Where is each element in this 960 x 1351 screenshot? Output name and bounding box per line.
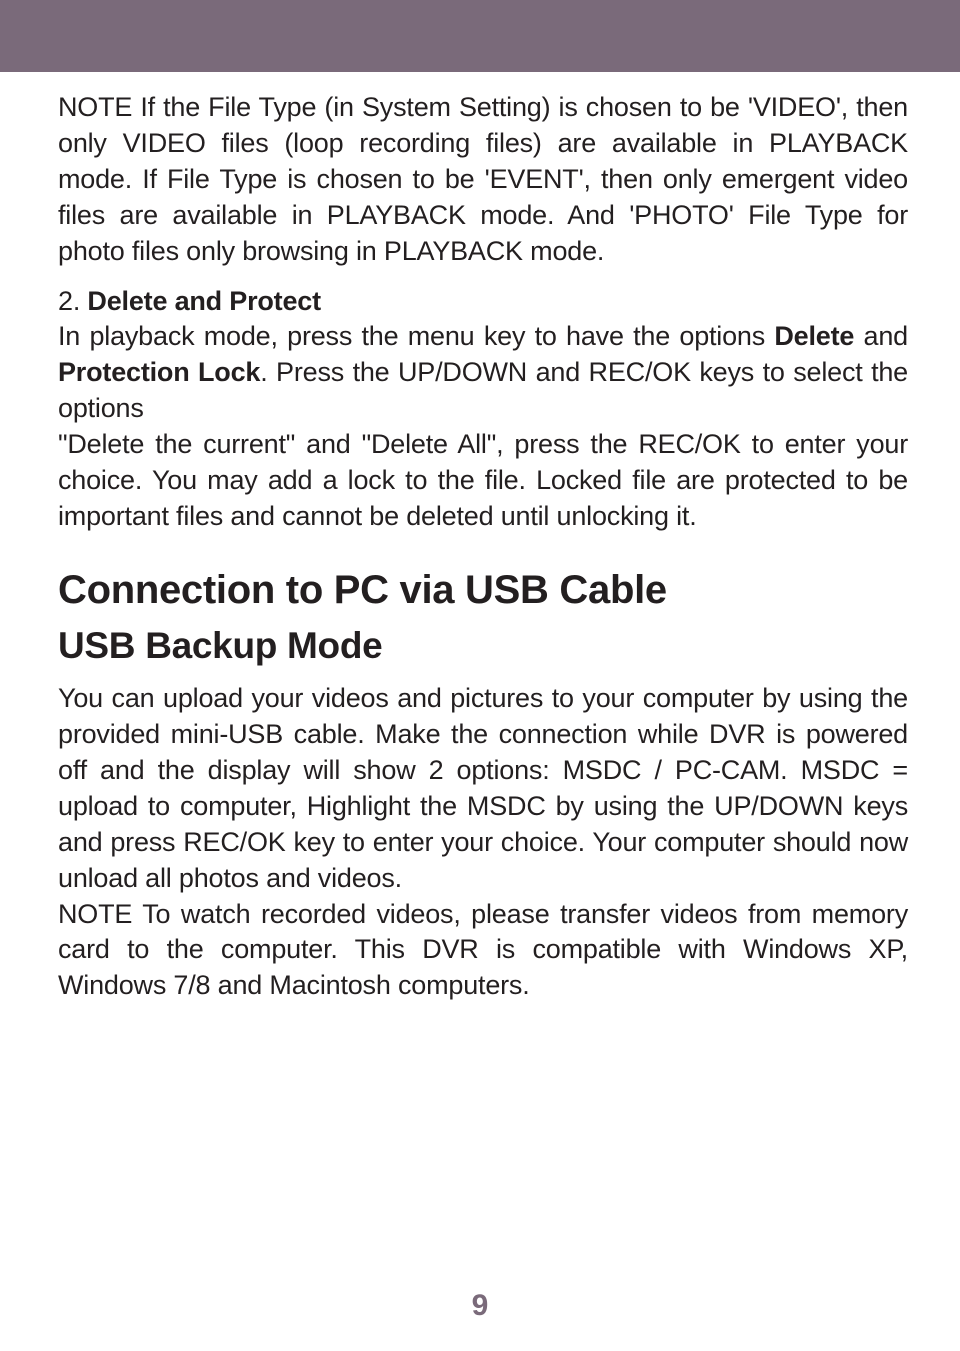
usb-body-paragraph: You can upload your videos and pictures …: [58, 681, 908, 1004]
heading-connection: Connection to PC via USB Cable: [58, 565, 908, 615]
dp-bold-protection-lock: Protection Lock: [58, 357, 260, 387]
note-paragraph: NOTE If the File Type (in System Setting…: [58, 90, 908, 270]
dp-text-b: and: [854, 321, 908, 351]
content-area: NOTE If the File Type (in System Setting…: [58, 90, 908, 1004]
heading-usb-backup: USB Backup Mode: [58, 623, 908, 669]
dp-text-d: "Delete the current" and "Delete All", p…: [58, 429, 908, 531]
usb-body-p1: You can upload your videos and pictures …: [58, 683, 908, 893]
item-number: 2.: [58, 286, 87, 316]
usb-body-p2: NOTE To watch recorded videos, please tr…: [58, 899, 908, 1001]
delete-protect-heading: Delete and Protect: [87, 286, 320, 316]
delete-protect-paragraph: 2. Delete and Protect In playback mode, …: [58, 284, 908, 535]
dp-bold-delete: Delete: [774, 321, 854, 351]
dp-text-a: In playback mode, press the menu key to …: [58, 321, 774, 351]
page: NOTE If the File Type (in System Setting…: [0, 0, 960, 1351]
header-bar: [0, 0, 960, 72]
page-number: 9: [0, 1289, 960, 1323]
